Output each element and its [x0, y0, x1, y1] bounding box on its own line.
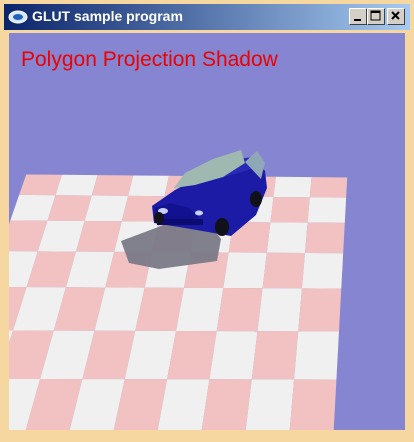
floor-tile — [257, 288, 302, 332]
close-icon — [391, 11, 400, 20]
floor-tile — [307, 197, 347, 223]
caption-text: Polygon Projection Shadow — [21, 48, 278, 71]
floor-tile — [270, 197, 310, 223]
floor-tile — [245, 379, 295, 430]
maximize-icon — [370, 10, 381, 21]
floor-tile — [175, 287, 224, 332]
glut-app-icon[interactable] — [8, 10, 28, 24]
title-bar[interactable]: GLUT sample program — [4, 4, 410, 30]
scene — [9, 150, 348, 430]
floor-tile — [289, 379, 337, 430]
close-button[interactable] — [387, 8, 405, 25]
floor-tile — [305, 222, 345, 254]
floor-tile — [19, 174, 62, 196]
floor-tile — [262, 252, 306, 289]
maximize-button[interactable] — [367, 8, 385, 25]
floor-tile — [55, 174, 98, 196]
floor-tile — [294, 331, 339, 380]
minimize-icon — [354, 19, 361, 21]
minimize-button[interactable] — [349, 8, 367, 25]
floor-tile — [91, 175, 134, 196]
floor-tile — [298, 288, 342, 332]
floor-tile — [273, 176, 312, 198]
render-canvas[interactable]: Polygon Projection Shadow — [9, 33, 405, 430]
floor-tile — [201, 379, 252, 430]
floor-tile — [301, 252, 344, 289]
floor-tile — [84, 195, 129, 222]
floor-tile — [266, 222, 308, 253]
glut-window: GLUT sample program Polygon Projection S… — [0, 0, 414, 442]
floor-tile — [209, 331, 258, 380]
floor-tile — [128, 175, 169, 197]
floor-tile — [309, 177, 348, 198]
window-title: GLUT sample program — [32, 8, 183, 24]
floor-tile — [216, 288, 263, 332]
floor-tile — [251, 331, 299, 380]
floor-tile — [223, 252, 267, 289]
